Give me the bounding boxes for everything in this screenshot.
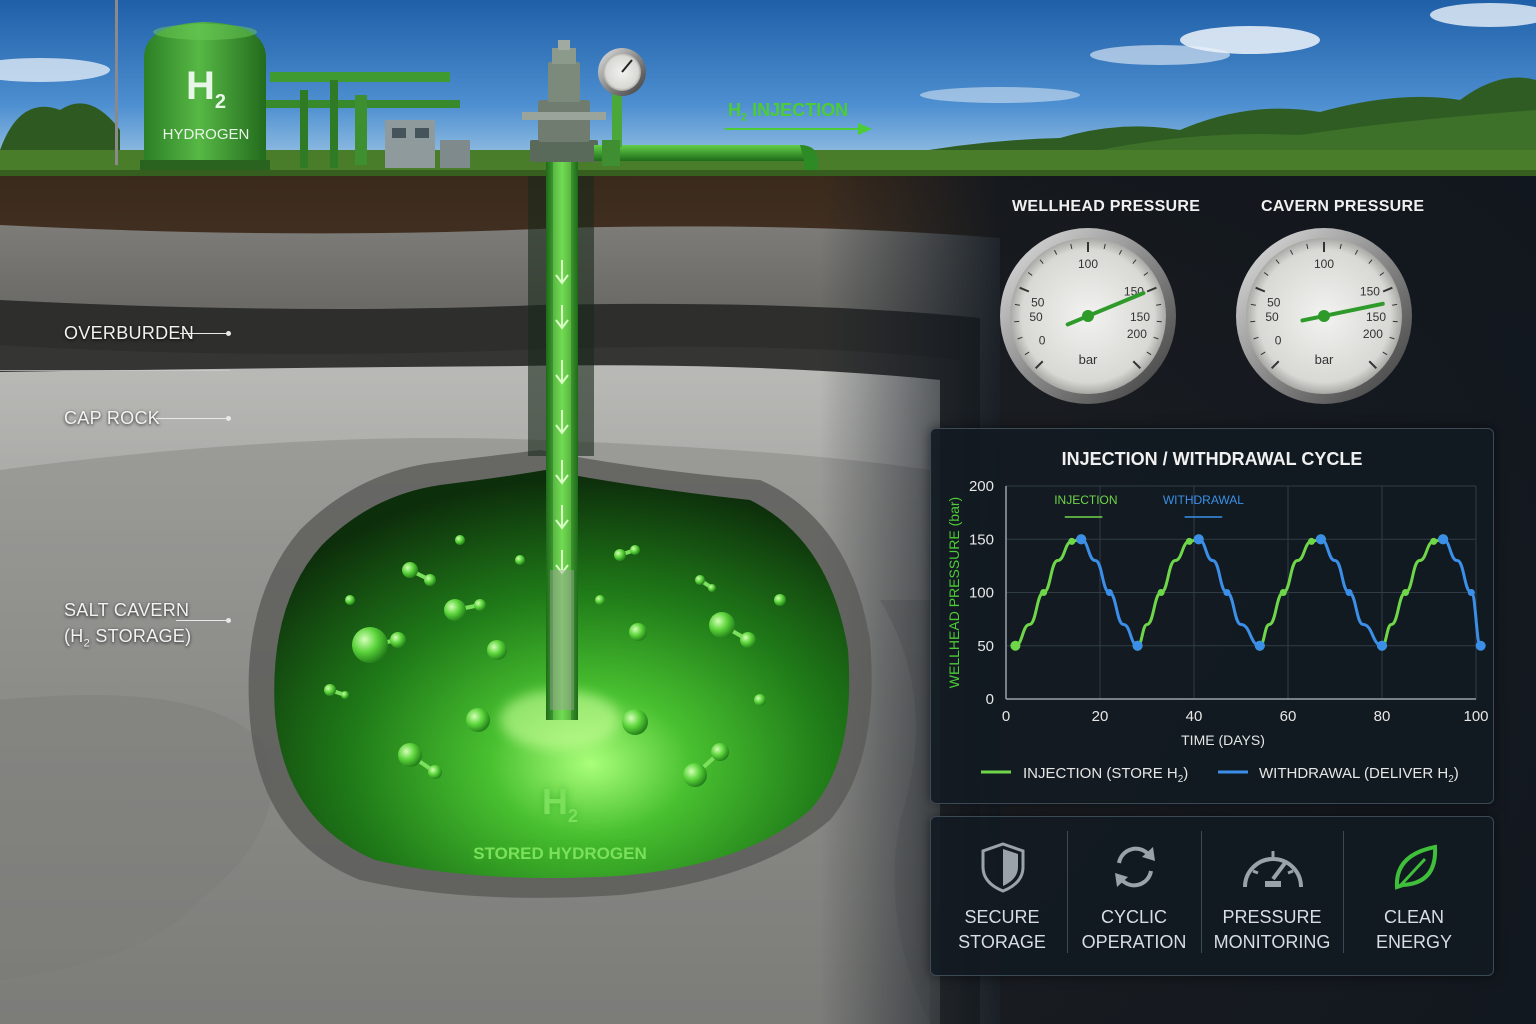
x-axis-label: TIME (DAYS) <box>1181 732 1265 748</box>
legend-injection-label: INJECTION (STORE H2) <box>1023 765 1188 785</box>
feature-secure-storage: SECURE STORAGE <box>935 817 1069 967</box>
feature-cyclic-operation: CYCLIC OPERATION <box>1067 817 1201 967</box>
feature-divider <box>1201 831 1202 953</box>
data-point <box>1308 537 1315 545</box>
h2-molecule <box>487 640 507 660</box>
data-point <box>1223 589 1231 596</box>
y-tick-label: 100 <box>969 585 994 602</box>
salt-cavern-leader <box>176 618 231 623</box>
cycle-icon <box>1115 846 1155 888</box>
x-tick-label: 60 <box>1280 708 1297 725</box>
h2-molecule <box>595 595 605 605</box>
gauge-tick-label: 50 <box>1029 310 1043 324</box>
hydrogen-tank: H2 HYDROGEN <box>148 64 264 143</box>
h2-molecule <box>629 623 647 641</box>
h2-molecule <box>515 555 525 565</box>
x-tick-label: 100 <box>1463 708 1488 725</box>
wellhead-pressure-gauge: 05010015020050 150bar <box>1000 228 1176 404</box>
gauge-tick-label: 50 <box>1031 296 1045 310</box>
leaf-icon <box>1394 844 1438 890</box>
h2-molecule <box>774 594 786 606</box>
cycle-chart: 0 50 100 150 200 0 20 40 60 80 100 TIME (DAYS) WELLH… <box>946 478 1489 785</box>
y-axis-label: WELLHEAD PRESSURE (bar) <box>946 497 962 688</box>
gauge-hub <box>1082 310 1094 322</box>
gauge-tick-label: 150 <box>1130 310 1150 324</box>
features-panel: SECURE STORAGE CYCLIC OPERATION PRESSURE MO… <box>930 816 1494 976</box>
data-point <box>1345 589 1353 596</box>
h2-molecule <box>466 708 490 732</box>
data-point <box>1157 589 1165 596</box>
data-point <box>1467 589 1475 596</box>
gauge-tick-label: 100 <box>1078 257 1098 271</box>
data-point <box>1076 534 1087 545</box>
gauge-tick-label: 150 <box>1360 285 1380 299</box>
gauge-tick-label: 150 <box>1366 310 1386 324</box>
data-point <box>1279 589 1287 596</box>
injection-annotation: INJECTION <box>1054 493 1117 507</box>
data-point <box>1475 640 1486 651</box>
gauge-tick-label: 200 <box>1127 327 1147 341</box>
layer-boundary-line <box>0 370 230 371</box>
data-point <box>1430 537 1438 545</box>
h2-molecule <box>345 595 355 605</box>
data-point <box>1315 534 1326 545</box>
gauge-tick-label: 0 <box>1275 333 1282 347</box>
cavern-caption-text: STORED HYDROGEN <box>473 844 647 864</box>
cavern-pressure-title: CAVERN PRESSURE <box>1261 198 1425 215</box>
feature-divider <box>1343 831 1344 953</box>
data-point <box>1438 534 1449 545</box>
data-point <box>1040 589 1048 596</box>
gauge-hub <box>1318 310 1330 322</box>
gauge-tick-label: 50 <box>1267 296 1281 310</box>
legend-withdrawal-label: WITHDRAWAL (DELIVER H2) <box>1259 765 1459 785</box>
y-tick-label: 150 <box>969 531 994 548</box>
h2-molecule <box>622 709 648 735</box>
data-point <box>1254 640 1265 651</box>
data-point <box>1193 534 1204 545</box>
h2-molecule <box>754 694 766 706</box>
data-point <box>1132 640 1143 651</box>
data-point <box>1010 640 1021 651</box>
gauge-unit: bar <box>1315 352 1334 367</box>
y-tick-label: 200 <box>969 478 994 495</box>
data-point <box>1105 589 1113 596</box>
feature-clean-energy: CLEAN ENERGY <box>1347 817 1481 967</box>
cycle-chart-panel: INJECTION / WITHDRAWAL CYCLE 0 50 100 150 20… <box>930 428 1494 804</box>
y-tick-label: 0 <box>986 691 994 708</box>
stored-hydrogen-caption: H2 STORED HYDROGEN <box>470 782 650 864</box>
cap-rock-leader <box>156 416 231 421</box>
x-tick-label: 40 <box>1186 708 1203 725</box>
wellhead-pressure-title: WELLHEAD PRESSURE <box>1012 198 1201 215</box>
tank-formula: H2 <box>185 64 226 113</box>
data-point <box>1185 537 1193 545</box>
withdrawal-annotation: WITHDRAWAL <box>1163 493 1244 507</box>
x-tick-label: 20 <box>1092 708 1109 725</box>
y-tick-label: 50 <box>977 638 994 655</box>
cap-rock-label: CAP ROCK <box>64 408 161 428</box>
h2-injection-label: H2 INJECTION <box>728 100 849 124</box>
data-point <box>1068 537 1076 545</box>
overburden-label: OVERBURDEN <box>64 323 195 343</box>
gauge-icon <box>1243 851 1303 888</box>
cavern-pressure-gauge: 0 50 100 150 200 50 150 bar <box>1236 228 1412 404</box>
h2-molecule <box>455 535 465 545</box>
gauge-tick-label: 100 <box>1314 257 1334 271</box>
tank-name: HYDROGEN <box>162 126 250 143</box>
gauge-tick-label: 200 <box>1363 327 1383 341</box>
gauge-tick-label: 0 <box>1039 333 1046 347</box>
x-tick-label: 80 <box>1374 708 1391 725</box>
x-tick-label: 0 <box>1002 708 1010 725</box>
shield-icon <box>981 842 1025 893</box>
cavern-formula: H2 <box>541 781 578 827</box>
gauge-tick-label: 50 <box>1265 310 1279 324</box>
data-point <box>1377 640 1387 651</box>
overburden-leader <box>180 331 231 336</box>
data-point <box>1402 589 1409 596</box>
salt-cavern-label: SALT CAVERN (H2 STORAGE) <box>64 600 192 650</box>
gauge-unit: bar <box>1079 352 1098 367</box>
feature-pressure-monitoring: PRESSURE MONITORING <box>1205 817 1339 967</box>
